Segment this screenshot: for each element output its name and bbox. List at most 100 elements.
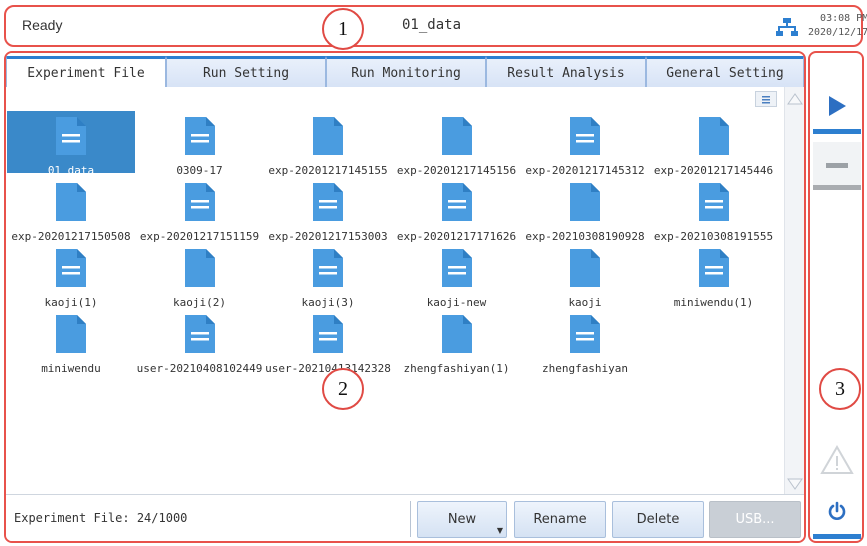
file-name: exp-20201217145155 (268, 164, 388, 177)
scroll-down-icon[interactable] (787, 476, 803, 490)
data-file-icon (184, 111, 216, 160)
file-item[interactable]: zhengfashiyan(1) (393, 309, 521, 375)
network-icon (776, 17, 798, 37)
usb-button[interactable]: USB... (709, 501, 801, 538)
blank-file-icon (698, 111, 730, 160)
file-item[interactable]: kaoji (521, 243, 649, 309)
file-item[interactable]: exp-20201217171626 (393, 177, 521, 243)
bottom-toolbar: Experiment File: 24/1000 New ▼ Rename De… (6, 494, 804, 541)
tab-general-setting[interactable]: General Setting (646, 56, 804, 87)
data-file-icon (312, 243, 344, 292)
clock-time: 03:08 PM (820, 13, 867, 24)
stop-icon (826, 154, 848, 173)
data-file-icon (55, 111, 87, 160)
rename-button[interactable]: Rename (514, 501, 606, 538)
file-name: 0309-17 (176, 164, 223, 177)
data-file-icon (184, 309, 216, 358)
data-file-icon (55, 243, 87, 292)
data-file-icon (569, 111, 601, 160)
new-button[interactable]: New ▼ (417, 501, 507, 538)
file-name: exp-20201217151159 (139, 230, 260, 243)
file-item[interactable]: miniwendu(1) (650, 243, 778, 309)
power-icon (827, 501, 847, 525)
tab-run-setting[interactable]: Run Setting (166, 56, 326, 87)
toolbar-divider (410, 501, 411, 537)
file-name: zhengfashiyan (541, 362, 629, 375)
file-name: exp-20201217171626 (396, 230, 517, 243)
blank-file-icon (441, 309, 473, 358)
file-name: 01_data (47, 164, 95, 177)
file-name: exp-20210308191555 (653, 230, 774, 243)
blank-file-icon (569, 243, 601, 292)
data-file-icon (698, 243, 730, 292)
file-item[interactable]: kaoji(1) (7, 243, 135, 309)
file-name: zhengfashiyan(1) (403, 362, 510, 375)
blank-file-icon (55, 177, 87, 226)
file-item[interactable]: exp-20201217145312 (521, 111, 649, 177)
file-item[interactable]: kaoji-new (393, 243, 521, 309)
new-button-label: New (447, 512, 477, 527)
file-name: kaoji(1) (44, 296, 98, 309)
file-item[interactable]: user-20210408102449 (136, 309, 264, 375)
file-item[interactable]: exp-20210308191555 (650, 177, 778, 243)
blank-file-icon (55, 309, 87, 358)
power-button[interactable] (813, 491, 861, 539)
file-item[interactable]: zhengfashiyan (521, 309, 649, 375)
status-text: Ready (22, 17, 63, 33)
tab-result-analysis[interactable]: Result Analysis (486, 56, 646, 87)
file-name: exp-20201217150508 (11, 230, 131, 243)
file-item[interactable]: 01_data (7, 111, 135, 177)
file-count-label: Experiment File: 24/1000 (14, 511, 188, 525)
main-panel: Experiment File Run Setting Run Monitori… (4, 51, 806, 543)
tab-experiment-file[interactable]: Experiment File (6, 56, 166, 87)
clock-date: 2020/12/17 (808, 27, 867, 38)
file-name: exp-20201217153003 (268, 230, 388, 243)
file-item[interactable]: miniwendu (7, 309, 135, 375)
file-item[interactable]: exp-20201217145446 (650, 111, 778, 177)
file-name: kaoji (568, 296, 602, 309)
blank-file-icon (441, 111, 473, 160)
stop-button[interactable] (813, 142, 861, 190)
file-name: exp-20201217145446 (653, 164, 774, 177)
file-name: kaoji(2) (173, 296, 226, 309)
file-item[interactable]: exp-20201217153003 (264, 177, 392, 243)
delete-button[interactable]: Delete (612, 501, 704, 538)
list-view-icon[interactable] (755, 91, 777, 107)
data-file-icon (184, 177, 216, 226)
file-name: miniwendu (41, 362, 101, 375)
file-item[interactable]: kaoji(3) (264, 243, 392, 309)
data-file-icon (698, 177, 730, 226)
scrollbar[interactable] (755, 87, 804, 494)
file-name: exp-20210308190928 (525, 230, 645, 243)
current-file-name: 01_data (402, 17, 462, 33)
tab-run-monitoring[interactable]: Run Monitoring (326, 56, 486, 87)
side-control-panel (808, 51, 864, 543)
blank-file-icon (312, 111, 344, 160)
tab-bar: Experiment File Run Setting Run Monitori… (6, 53, 804, 87)
file-item[interactable]: exp-20201217145156 (393, 111, 521, 177)
file-item[interactable]: kaoji(2) (136, 243, 264, 309)
warning-button[interactable] (813, 438, 861, 486)
file-grid: 01_data 0309-17 exp-20201217145155 exp-2020… (6, 87, 786, 492)
file-name: exp-20201217145156 (396, 164, 517, 177)
marker-3: 3 (819, 368, 861, 410)
play-icon (827, 95, 847, 121)
marker-1: 1 (322, 8, 364, 50)
file-item[interactable]: exp-20201217151159 (136, 177, 264, 243)
file-name: miniwendu(1) (673, 296, 754, 309)
warning-icon (820, 444, 854, 479)
file-item[interactable]: 0309-17 (136, 111, 264, 177)
file-item[interactable]: exp-20201217150508 (7, 177, 135, 243)
file-name: kaoji-new (426, 296, 487, 309)
file-item[interactable]: exp-20210308190928 (521, 177, 649, 243)
caret-down-icon: ▼ (496, 526, 503, 535)
file-item[interactable]: exp-20201217145155 (264, 111, 392, 177)
data-file-icon (569, 309, 601, 358)
file-name: user-20210408102449 (136, 362, 263, 375)
run-button[interactable] (813, 86, 861, 134)
file-item[interactable]: user-20210413142328 (264, 309, 392, 375)
data-file-icon (312, 177, 344, 226)
data-file-icon (441, 243, 473, 292)
scroll-up-icon[interactable] (787, 91, 803, 105)
blank-file-icon (569, 177, 601, 226)
